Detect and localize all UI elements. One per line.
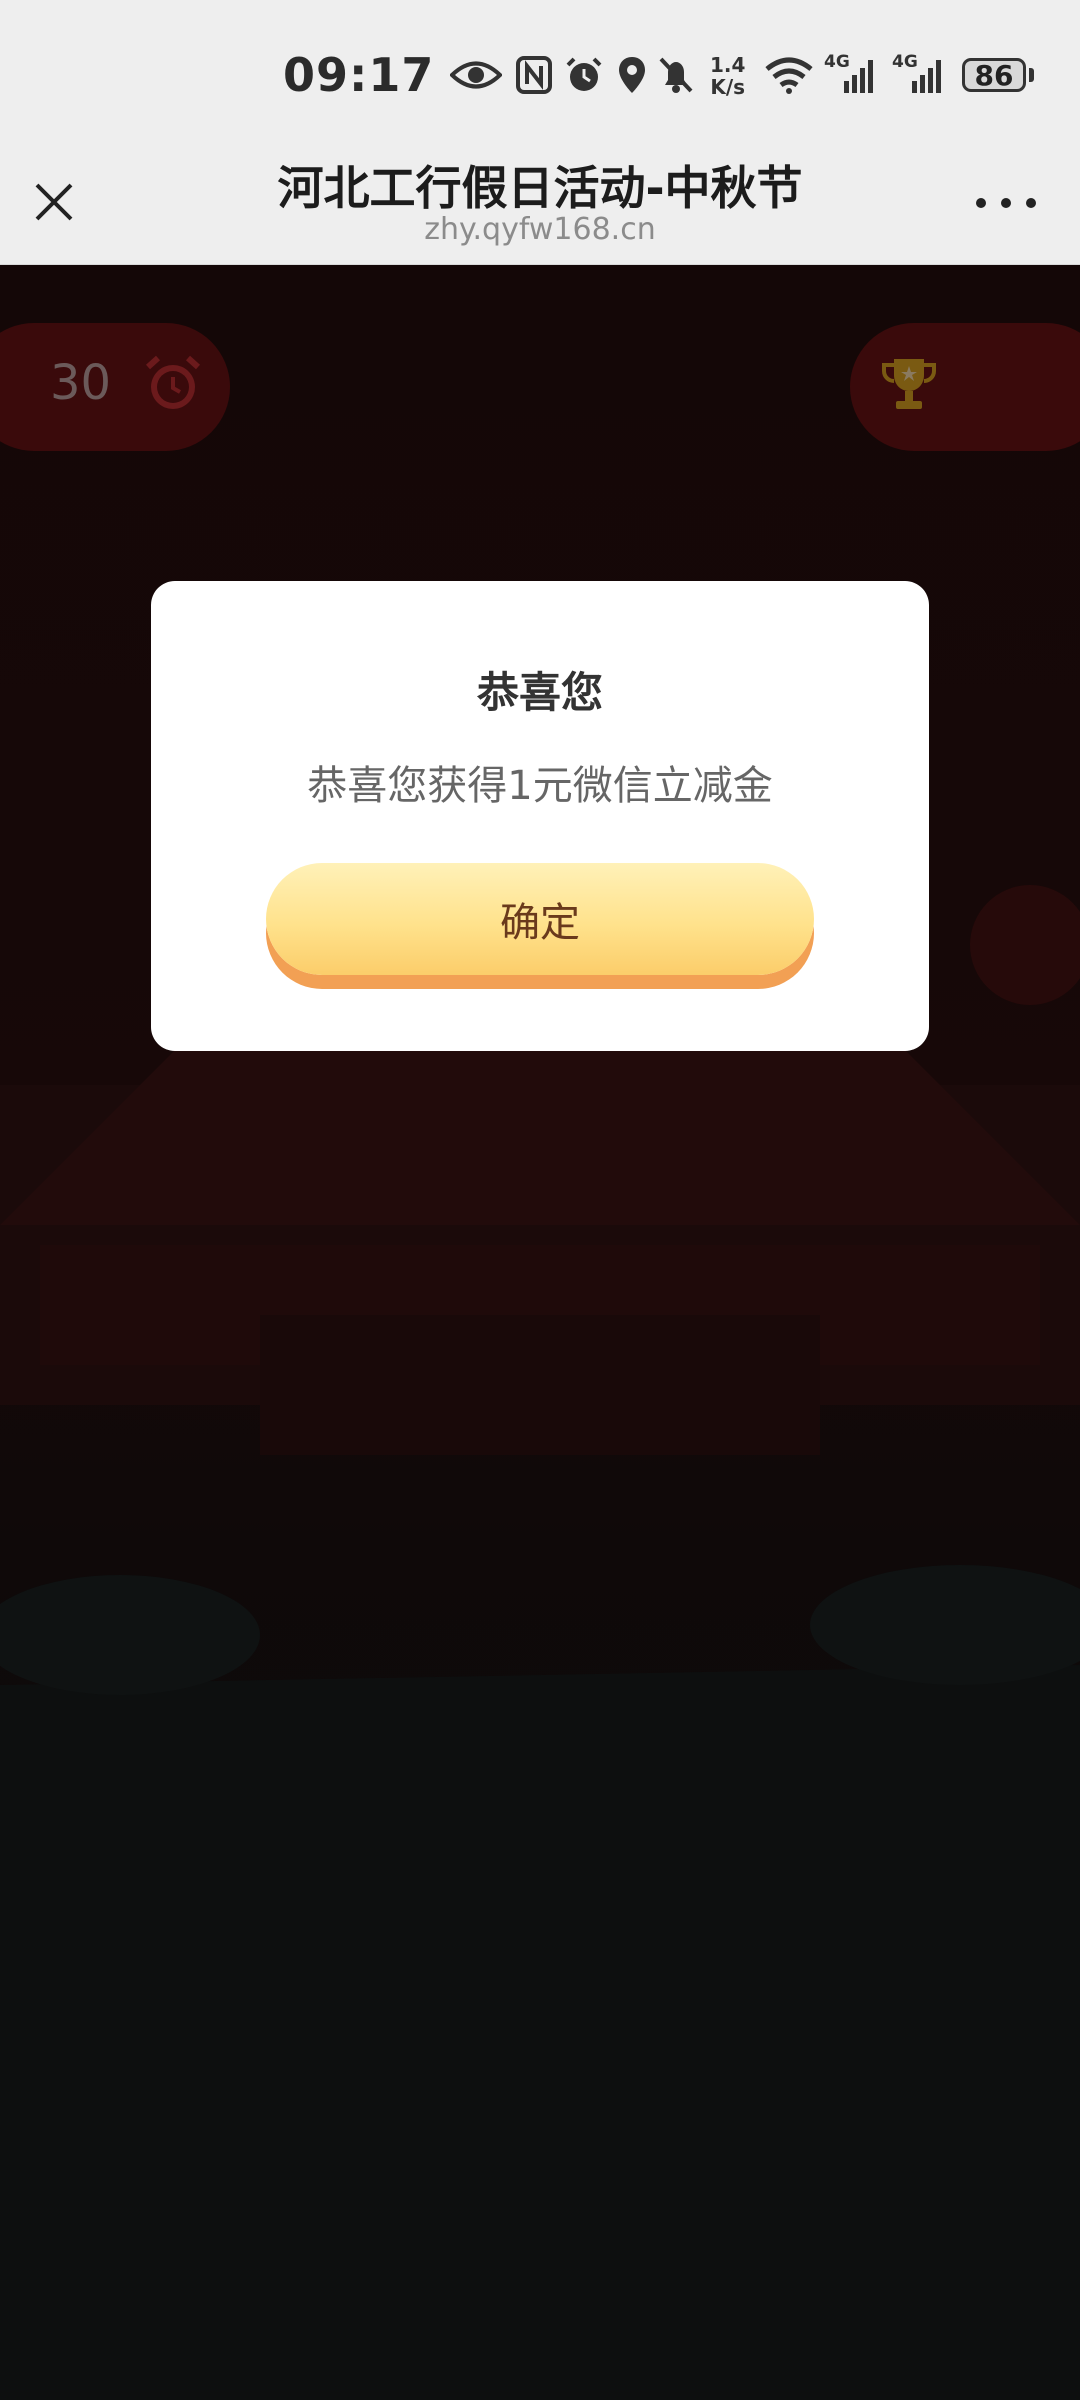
net-speed-unit: K/s (710, 75, 746, 99)
signal-label: 4G (824, 52, 850, 72)
nfc-icon (514, 52, 554, 98)
dialog-title: 恭喜您 (476, 668, 603, 717)
net-speed: 1.4 K/s (710, 54, 745, 98)
bell-off-icon (656, 52, 696, 98)
page-title: 河北工行假日活动-中秋节 (277, 161, 803, 215)
more-dot (1026, 198, 1036, 208)
more-dot (976, 198, 986, 208)
signal-icon: 4G (824, 52, 880, 98)
battery-level: 86 (974, 58, 1014, 92)
more-options-button[interactable] (976, 188, 1036, 218)
wifi-icon (762, 52, 816, 98)
page-url: zhy.qyfw168.cn (424, 212, 656, 247)
net-speed-value: 1.4 (710, 53, 746, 77)
eye-icon (448, 52, 504, 98)
congrats-dialog: 恭喜您 恭喜您获得1元微信立减金 确定 (151, 581, 929, 1051)
status-time: 09:17 (283, 48, 435, 102)
more-dot (1001, 198, 1011, 208)
alarm-icon (562, 52, 606, 98)
battery-icon: 86 (962, 58, 1026, 92)
signal-label: 4G (892, 52, 918, 72)
confirm-button[interactable]: 确定 (266, 863, 814, 975)
signal-icon: 4G (892, 52, 948, 98)
browser-title-bar: 河北工行假日活动-中秋节 zhy.qyfw168.cn (0, 150, 1080, 265)
location-icon (614, 52, 650, 98)
battery-tip (1029, 68, 1034, 82)
dialog-message: 恭喜您获得1元微信立减金 (307, 763, 773, 809)
status-bar: 09:17 1.4 K/s 4G 4G 86 (0, 0, 1080, 150)
